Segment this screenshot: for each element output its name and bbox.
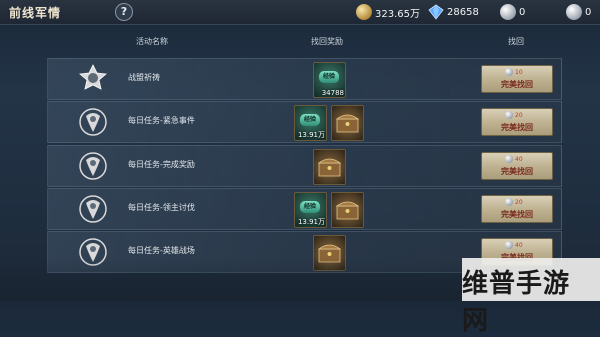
retrieve-label: 完美找回 [501, 80, 533, 89]
gold-resource: 323.65万 [356, 3, 420, 21]
table-row: 每日任务-领主讨伐 经验 13.91万 20 完美找回 [47, 188, 562, 230]
cost-value: 40 [515, 241, 523, 249]
reward-qty: 13.91万 [297, 218, 325, 226]
cost-value: 10 [515, 68, 523, 76]
task-emblem-icon [79, 152, 107, 180]
watermark-text: 维普手游网 [462, 269, 571, 336]
treasure-chest-icon [336, 114, 359, 133]
column-retrieve: 找回 [508, 37, 524, 46]
table-row: 每日任务-紧急事件 经验 13.91万 20 完美找回 [47, 101, 562, 143]
retrieve-label: 完美找回 [501, 123, 533, 132]
retrieve-label: 完美找回 [501, 210, 533, 219]
exp-tag: 经验 [300, 114, 320, 126]
column-activity-name: 活动名称 [136, 37, 168, 46]
exp-tag: 经验 [300, 201, 320, 213]
page-title: 前线军情 [9, 6, 62, 20]
reward-chest[interactable] [331, 105, 364, 141]
retrieve-cost: 20 [505, 111, 523, 119]
retrieve-cost: 40 [505, 241, 523, 249]
silver-coin-icon [505, 68, 513, 76]
table-row: 每日任务-完成奖励 40 完美找回 [47, 145, 562, 187]
silver-resource-1: 0 [500, 3, 525, 21]
treasure-chest-icon [336, 201, 359, 220]
silver-coin-icon [500, 4, 516, 20]
silver-coin-icon [505, 155, 513, 163]
activity-name: 每日任务-完成奖励 [128, 160, 195, 169]
activity-name: 每日任务-领主讨伐 [128, 203, 195, 212]
activity-name: 战盟祈祷 [128, 73, 160, 82]
treasure-chest-icon [318, 158, 341, 177]
blue-diamond-icon [428, 4, 444, 20]
reward-exp[interactable]: 经验 34788 [313, 62, 346, 98]
task-emblem-icon [79, 195, 107, 223]
silver-coin-icon [505, 198, 513, 206]
silver-coin-icon [505, 241, 513, 249]
diamond-resource: 28658 [428, 3, 479, 21]
column-reward: 找回奖励 [311, 37, 343, 46]
silver-amount-1: 0 [519, 6, 526, 18]
silver-resource-2: 0 [566, 3, 591, 21]
reward-qty: 13.91万 [297, 131, 325, 139]
cost-value: 20 [515, 111, 523, 119]
retrieve-label: 完美找回 [501, 167, 533, 176]
task-emblem-icon [79, 108, 107, 136]
retrieve-button[interactable]: 40 完美找回 [481, 152, 553, 180]
reward-exp[interactable]: 经验 13.91万 [294, 192, 327, 228]
help-button[interactable]: ? [115, 3, 133, 21]
reward-chest[interactable] [313, 149, 346, 185]
table-row: 战盟祈祷 经验 34788 10 完美找回 [47, 58, 562, 100]
gold-amount: 323.65万 [375, 8, 420, 20]
activity-name: 每日任务-英雄战场 [128, 246, 195, 255]
exp-tag: 经验 [319, 71, 339, 83]
retrieve-button[interactable]: 20 完美找回 [481, 108, 553, 136]
silver-coin-icon [566, 4, 582, 20]
retrieve-cost: 10 [505, 68, 523, 76]
bottom-fade [0, 258, 462, 301]
silver-coin-icon [505, 111, 513, 119]
activity-name: 每日任务-紧急事件 [128, 116, 195, 125]
retrieve-button[interactable]: 10 完美找回 [481, 65, 553, 93]
diamond-amount: 28658 [447, 6, 479, 18]
retrieve-cost: 20 [505, 198, 523, 206]
silver-amount-2: 0 [585, 6, 592, 18]
top-bar: 前线军情 ? 323.65万 28658 0 0 [0, 0, 600, 25]
reward-chest[interactable] [331, 192, 364, 228]
cost-value: 40 [515, 155, 523, 163]
gold-coin-icon [356, 4, 372, 20]
cost-value: 20 [515, 198, 523, 206]
reward-exp[interactable]: 经验 13.91万 [294, 105, 327, 141]
alliance-emblem-icon [79, 64, 107, 90]
watermark: 维普手游网 [462, 258, 600, 336]
table-header: 活动名称 找回奖励 找回 [0, 36, 600, 50]
retrieve-button[interactable]: 20 完美找回 [481, 195, 553, 223]
reward-qty: 34788 [321, 89, 344, 97]
retrieve-cost: 40 [505, 155, 523, 163]
